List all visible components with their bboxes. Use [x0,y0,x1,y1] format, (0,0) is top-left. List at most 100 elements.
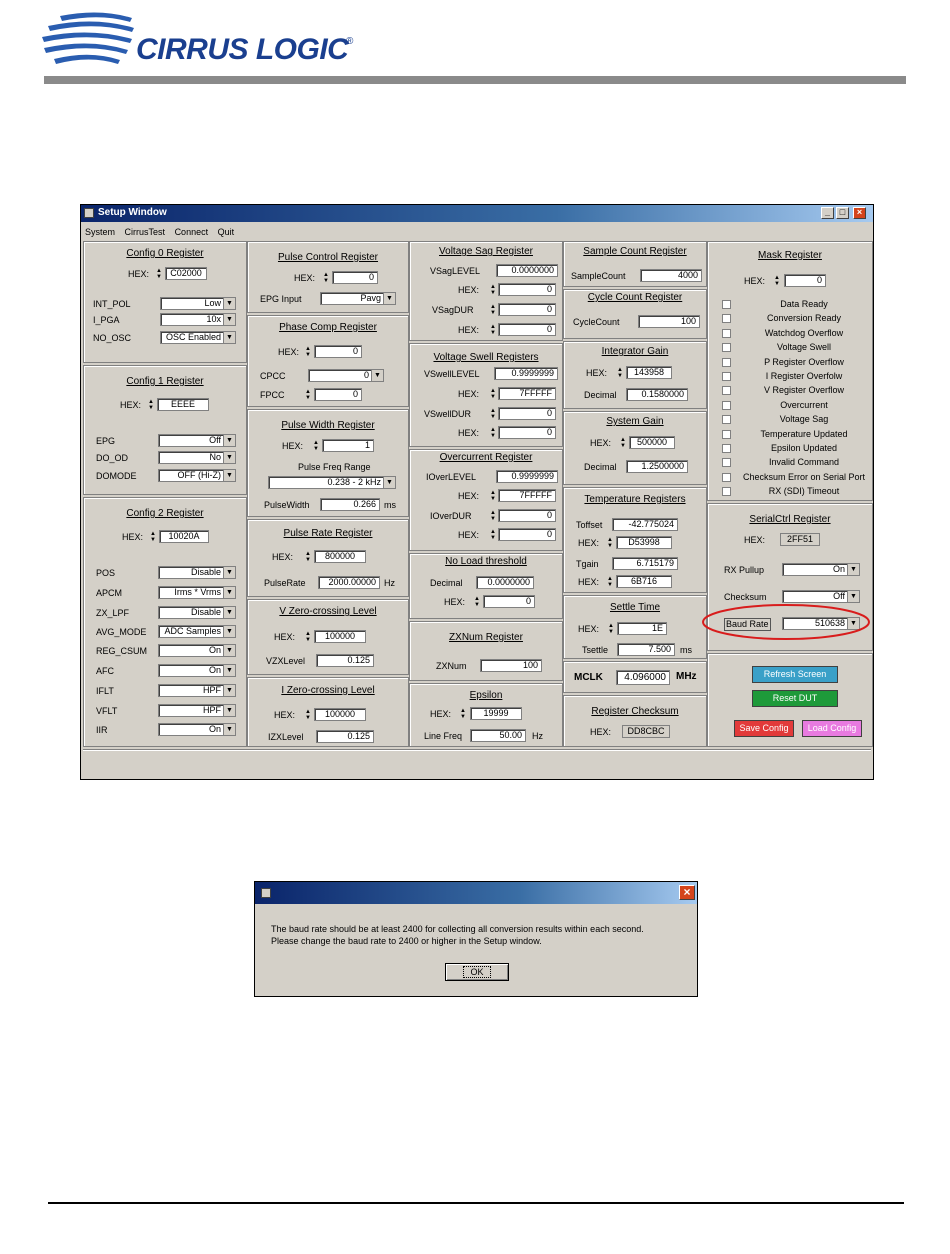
chevron-down-icon[interactable]: ▼ [223,567,235,578]
mask-checkbox[interactable] [722,357,731,367]
config1-hex-field[interactable]: EEEE [157,398,209,411]
config2-dropdown[interactable]: On ▼ [158,723,236,736]
mask-hex-field[interactable]: 0 [784,274,826,287]
menu-connect[interactable]: Connect [175,227,209,237]
vsag-hex2-field[interactable]: 0 [498,323,556,336]
mask-checkbox[interactable] [722,300,731,309]
config1-dropdown[interactable]: OFF (Hi-Z) ▼ [158,469,236,482]
chevron-down-icon[interactable]: ▼ [371,370,383,381]
save-config-button[interactable]: Save Config [734,720,794,737]
overcurrent-hex-field[interactable]: 7FFFFF [498,489,556,502]
tgain-field[interactable]: 6.715179 [612,557,678,570]
config2-dropdown[interactable]: HPF ▼ [158,684,236,697]
overcurrent-level-field[interactable]: 0.9999999 [496,470,558,483]
phase-comp-hex-spinner-icon[interactable]: ▲ ▼ [305,346,311,358]
vswell-hex2-field[interactable]: 0 [498,426,556,439]
chevron-down-icon[interactable]: ▼ [223,332,235,343]
chevron-down-icon[interactable]: ▼ [223,685,235,696]
config2-dropdown[interactable]: Disable ▼ [158,606,236,619]
config1-dropdown[interactable]: Off ▼ [158,434,236,447]
chevron-down-icon[interactable]: ▼ [223,665,235,676]
izero-hex-spinner-icon[interactable]: ▲ ▼ [305,709,311,721]
fpcc-field[interactable]: 0 [314,388,362,401]
mask-hex-spinner-icon[interactable]: ▲ ▼ [774,275,780,287]
zxnum-field[interactable]: 100 [480,659,542,672]
vswell-hex-spinner-icon[interactable]: ▲ ▼ [490,388,496,400]
mask-checkbox[interactable] [722,328,731,338]
noload-hex-spinner-icon[interactable]: ▲ ▼ [474,596,480,608]
system-gain-hex-spinner-icon[interactable]: ▲ ▼ [620,437,626,449]
window-titlebar[interactable]: Setup Window _ □ × [81,205,873,222]
chevron-down-icon[interactable]: ▼ [223,435,235,446]
config0-dropdown[interactable]: 10x ▼ [160,313,236,326]
config2-dropdown[interactable]: Disable ▼ [158,566,236,579]
config2-dropdown[interactable]: Irms * Vrms ▼ [158,586,236,599]
dialog-titlebar[interactable]: × [255,882,697,904]
settle-hex-field[interactable]: 1E [617,622,667,635]
chevron-down-icon[interactable]: ▼ [223,452,235,463]
pulse-freq-range-dropdown[interactable]: 0.238 - 2 kHz ▼ [268,476,396,489]
chevron-down-icon[interactable]: ▼ [223,470,235,481]
vsag-hex-field[interactable]: 0 [498,283,556,296]
chevron-down-icon[interactable]: ▼ [847,564,859,575]
config0-dropdown[interactable]: OSC Enabled ▼ [160,331,236,344]
chevron-down-icon[interactable]: ▼ [223,645,235,656]
mask-checkbox[interactable] [722,343,731,353]
cpcc-dropdown[interactable]: 0 ▼ [308,369,384,382]
vsag-hex-spinner-icon[interactable]: ▲ ▼ [490,284,496,296]
integrator-hex-spinner-icon[interactable]: ▲ ▼ [617,367,623,379]
vswell-hex2-spinner-icon[interactable]: ▲ ▼ [490,427,496,439]
epsilon-hex-spinner-icon[interactable]: ▲ ▼ [460,708,466,720]
chevron-down-icon[interactable]: ▼ [223,705,235,716]
mask-checkbox[interactable] [722,415,731,425]
mask-checkbox[interactable] [722,472,731,482]
overcurrent-hex-spinner-icon[interactable]: ▲ ▼ [490,490,496,502]
phase-comp-hex-field[interactable]: 0 [314,345,362,358]
chevron-down-icon[interactable]: ▼ [383,293,395,304]
vsag-dur-field[interactable]: 0 [498,303,556,316]
config0-hex-field[interactable]: C02000 [165,267,207,280]
vsag-dur-spinner-icon[interactable]: ▲ ▼ [490,304,496,316]
overcurrent-hex2-field[interactable]: 0 [498,528,556,541]
integrator-dec-field[interactable]: 0.1580000 [626,388,688,401]
fpcc-spinner-icon[interactable]: ▲ ▼ [305,389,311,401]
chevron-down-icon[interactable]: ▼ [223,298,235,309]
config2-dropdown[interactable]: On ▼ [158,644,236,657]
overcurrent-dur-spinner-icon[interactable]: ▲ ▼ [490,510,496,522]
menu-cirrustest[interactable]: CirrusTest [125,227,166,237]
mask-checkbox[interactable] [722,386,731,396]
menu-quit[interactable]: Quit [218,227,235,237]
vswell-level-field[interactable]: 0.9999999 [494,367,558,380]
chevron-down-icon[interactable]: ▼ [223,626,235,637]
close-icon[interactable]: × [853,207,866,219]
vzero-hex-spinner-icon[interactable]: ▲ ▼ [305,631,311,643]
config0-dropdown[interactable]: Low ▼ [160,297,236,310]
dialog-close-icon[interactable]: × [679,885,695,900]
tsettle-field[interactable]: 7.500 [617,643,675,656]
mask-checkbox[interactable] [722,444,731,453]
reset-dut-button[interactable]: Reset DUT [752,690,838,707]
line-freq-field[interactable]: 50.00 [470,729,526,742]
mask-checkbox[interactable] [722,458,731,468]
vsag-hex2-spinner-icon[interactable]: ▲ ▼ [490,324,496,336]
temp-hex1-field[interactable]: D53998 [616,536,672,549]
mask-checkbox[interactable] [722,429,731,439]
load-config-button[interactable]: Load Config [802,720,862,737]
system-gain-hex-field[interactable]: 500000 [629,436,675,449]
pulse-width-hex-spinner-icon[interactable]: ▲ ▼ [313,440,319,452]
epsilon-hex-field[interactable]: 19999 [470,707,522,720]
chevron-down-icon[interactable]: ▼ [223,314,235,325]
mask-checkbox[interactable] [722,314,731,324]
integrator-hex-field[interactable]: 143958 [626,366,672,379]
epg-input-dropdown[interactable]: Pavg ▼ [320,292,396,305]
pulse-rate-hex-field[interactable]: 800000 [314,550,366,563]
noload-dec-field[interactable]: 0.0000000 [476,576,534,589]
config2-dropdown[interactable]: HPF ▼ [158,704,236,717]
noload-hex-field[interactable]: 0 [483,595,535,608]
maximize-icon[interactable]: □ [836,207,849,219]
pulse-width-field[interactable]: 0.266 [320,498,380,511]
rx-pullup-dropdown[interactable]: On ▼ [782,563,860,576]
pulse-control-hex-spinner-icon[interactable]: ▲ ▼ [323,272,329,284]
pulse-control-hex-field[interactable]: 0 [332,271,378,284]
chevron-down-icon[interactable]: ▼ [383,477,395,488]
